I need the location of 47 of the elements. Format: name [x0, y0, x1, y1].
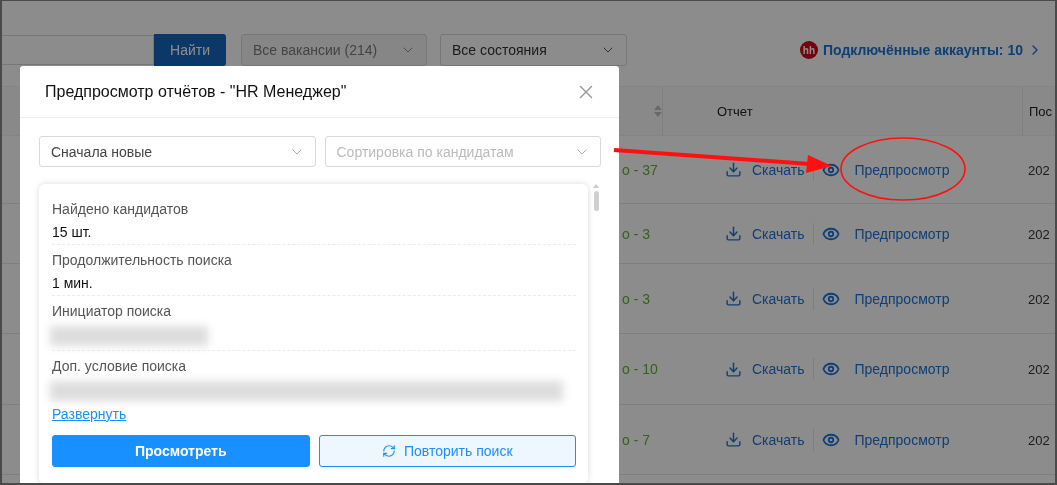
table-cell: 202 [1028, 362, 1050, 377]
scrollbar-thumb[interactable] [593, 191, 599, 211]
search-button[interactable]: Найти [154, 34, 226, 66]
table-cell: 202 [1028, 226, 1050, 242]
sort-select[interactable]: Сначала новые [39, 136, 316, 167]
download-link[interactable]: Скачать [752, 431, 805, 448]
download-icon[interactable] [725, 225, 742, 242]
retry-search-button[interactable]: Повторить поиск [318, 435, 576, 467]
preview-link[interactable]: Предпросмотр [854, 431, 950, 448]
candidate-sort-select[interactable]: Сортировка по кандидатам [324, 136, 601, 167]
table-cell: 202 [1028, 291, 1050, 307]
hh-logo: hh [799, 41, 818, 59]
column-header: Отчет [717, 103, 753, 119]
detail-value: 1 мин. [52, 275, 94, 291]
download-link[interactable]: Скачать [752, 161, 805, 178]
state-select[interactable]: Все состояния [440, 34, 627, 66]
detail-label: Инициатор поиска [52, 303, 173, 319]
download-link[interactable]: Скачать [752, 290, 805, 307]
accounts-link[interactable]: Подключённые аккаунты: 10 [822, 42, 1043, 58]
table-cell: 202 [1028, 432, 1050, 448]
detail-label: Продолжительность поиска [52, 252, 233, 268]
table-cell: о - 10 [622, 361, 658, 377]
column-header: Пос [1029, 103, 1053, 119]
preview-link[interactable]: Предпросмотр [854, 161, 950, 178]
download-icon[interactable] [725, 161, 742, 178]
search-field[interactable] [2, 35, 154, 65]
detail-value: 15 шт. [52, 224, 93, 240]
detail-label: Доп. условие поиска [52, 358, 188, 374]
table-cell: о - 3 [622, 225, 650, 242]
preview-link[interactable]: Предпросмотр [854, 290, 950, 307]
detail-label: Найдено кандидатов [52, 201, 190, 217]
download-icon[interactable] [725, 290, 742, 307]
download-link[interactable]: Скачать [752, 225, 805, 242]
refresh-icon [381, 444, 396, 458]
download-icon[interactable] [725, 431, 742, 448]
download-link[interactable]: Скачать [752, 361, 805, 377]
table-cell: 202 [1028, 162, 1050, 178]
table-cell: о - 37 [622, 161, 658, 178]
download-icon[interactable] [725, 360, 742, 378]
dialog-title: Предпросмотр отчётов - "HR Менеджер" [45, 82, 347, 101]
preview-link[interactable]: Предпросмотр [854, 361, 950, 377]
table-cell: о - 7 [622, 431, 650, 448]
table-cell: о - 3 [622, 290, 650, 307]
expand-link[interactable]: Развернуть [52, 406, 127, 422]
view-button[interactable]: Просмотреть [52, 435, 310, 467]
preview-link[interactable]: Предпросмотр [854, 225, 950, 242]
eye-icon[interactable] [821, 360, 840, 378]
